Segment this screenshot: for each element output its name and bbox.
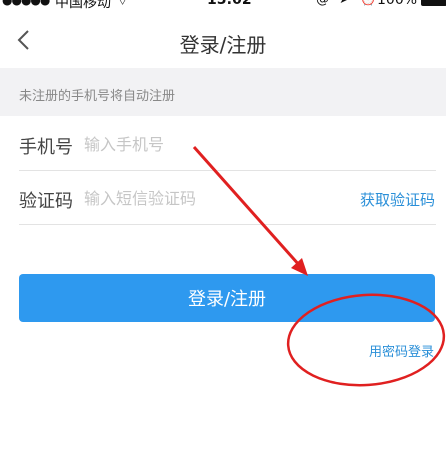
wifi-icon: ⌔ <box>116 0 130 9</box>
battery-icon <box>421 0 446 6</box>
system-status-icons: @ ➤ ⏰ <box>316 0 379 7</box>
phone-input[interactable] <box>84 129 324 159</box>
page-title: 登录/注册 <box>179 33 267 57</box>
nav-bar: 登录/注册 <box>0 11 446 67</box>
battery-percent: 100% <box>377 0 418 8</box>
password-login-link[interactable]: 用密码登录 <box>369 341 434 360</box>
get-code-button[interactable]: 获取验证码 <box>360 189 435 210</box>
divider <box>19 224 436 225</box>
login-register-button[interactable]: 登录/注册 <box>19 274 435 322</box>
auto-register-notice: 未注册的手机号将自动注册 <box>0 68 446 116</box>
notice-text: 未注册的手机号将自动注册 <box>19 89 176 104</box>
verification-code-label: 验证码 <box>19 191 73 212</box>
phone-label: 手机号 <box>19 137 73 158</box>
verification-code-row: 验证码 获取验证码 <box>0 171 446 225</box>
verification-code-input[interactable] <box>84 183 324 213</box>
phone-row: 手机号 <box>0 117 446 171</box>
signal-icon: ●●●●● <box>2 0 50 7</box>
status-time: 15:02 <box>207 0 252 8</box>
status-bar: ●●●●● 中国移动 ⌔ 15:02 @ ➤ ⏰ 100% <box>0 0 446 11</box>
